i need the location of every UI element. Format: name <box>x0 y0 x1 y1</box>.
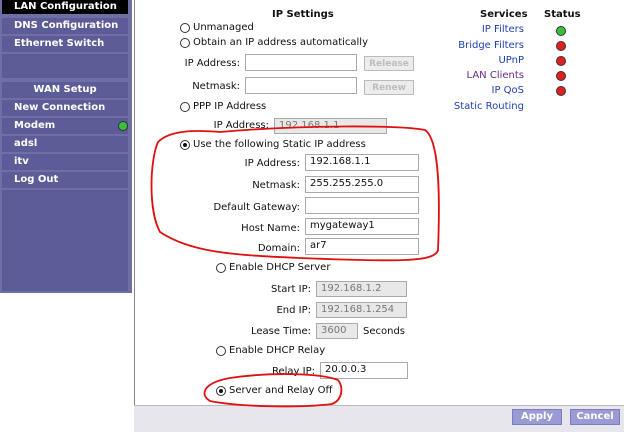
service-ip-filters-link[interactable]: IP Filters <box>440 24 524 35</box>
start-ip-input[interactable]: 192.168.1.2 <box>316 281 407 297</box>
apply-button[interactable]: Apply <box>512 409 562 425</box>
ppp-ip-label: IP Address: <box>213 120 269 131</box>
unmanaged-label: Unmanaged <box>193 22 254 33</box>
domain-label: Domain: <box>257 243 300 254</box>
status-red-icon <box>556 41 566 51</box>
static-netmask-input[interactable]: 255.255.255.0 <box>305 176 419 193</box>
sidebar-item-itv[interactable]: itv <box>2 154 128 170</box>
sidebar-item-log-out[interactable]: Log Out <box>2 172 128 188</box>
ip-settings-title: IP Settings <box>272 9 334 20</box>
renew-button[interactable]: Renew <box>364 80 414 95</box>
lease-time-label: Lease Time: <box>250 326 311 337</box>
static-ip-radio[interactable] <box>180 140 190 150</box>
auto-ip-input[interactable] <box>245 54 357 71</box>
obtain-auto-label: Obtain an IP address automatically <box>193 37 369 48</box>
auto-ip-label: IP Address: <box>184 58 240 69</box>
domain-input[interactable]: ar7 <box>305 238 419 255</box>
service-bridge-filters-link[interactable]: Bridge Filters <box>440 40 524 51</box>
end-ip-input[interactable]: 192.168.1.254 <box>316 302 407 318</box>
auto-netmask-input[interactable] <box>245 77 357 94</box>
lease-time-unit: Seconds <box>363 326 406 337</box>
static-ip-address-input[interactable]: 192.168.1.1 <box>305 154 419 171</box>
sidebar: LAN Configuration DNS Configuration Ethe… <box>0 0 132 293</box>
relay-ip-label: Relay IP: <box>271 366 315 377</box>
default-gateway-input[interactable] <box>305 197 419 214</box>
service-ip-qos-link[interactable]: IP QoS <box>440 85 525 96</box>
status-header: Status <box>544 9 581 20</box>
sidebar-item-modem[interactable]: Modem <box>2 118 128 134</box>
static-ip-label: Use the following Static IP address <box>193 139 366 150</box>
dhcp-relay-radio[interactable] <box>216 346 226 356</box>
obtain-auto-radio[interactable] <box>180 38 190 48</box>
static-ip-address-label: IP Address: <box>244 158 300 169</box>
ppp-ip-input[interactable]: 192.168.1.1 <box>274 118 387 134</box>
status-green-icon <box>556 26 566 36</box>
end-ip-label: End IP: <box>276 305 311 316</box>
default-gateway-label: Default Gateway: <box>213 202 300 213</box>
unmanaged-radio[interactable] <box>180 23 190 33</box>
sidebar-item-new-connection[interactable]: New Connection <box>2 100 128 116</box>
sidebar-item-lan-configuration[interactable]: LAN Configuration <box>2 0 128 14</box>
sidebar-item-dns-configuration[interactable]: DNS Configuration <box>2 18 128 34</box>
status-red-icon <box>556 56 566 66</box>
sidebar-item-ethernet-switch[interactable]: Ethernet Switch <box>2 36 128 52</box>
service-upnp-link[interactable]: UPnP <box>440 55 524 66</box>
dhcp-server-label: Enable DHCP Server <box>229 262 331 273</box>
host-name-input[interactable]: mygateway1 <box>305 218 419 235</box>
ppp-radio[interactable] <box>180 102 190 112</box>
sidebar-spacer <box>2 54 128 78</box>
static-netmask-label: Netmask: <box>252 180 300 191</box>
cancel-button[interactable]: Cancel <box>570 409 620 425</box>
sidebar-section-wan-setup: WAN Setup <box>2 82 128 98</box>
status-red-icon <box>556 86 566 96</box>
start-ip-label: Start IP: <box>271 284 311 295</box>
services-header: Services <box>480 9 528 20</box>
server-relay-off-radio[interactable] <box>216 386 226 396</box>
ppp-label: PPP IP Address <box>193 101 267 112</box>
server-relay-off-label: Server and Relay Off <box>229 385 333 396</box>
sidebar-item-label: Modem <box>14 120 56 131</box>
dhcp-server-radio[interactable] <box>216 263 226 273</box>
status-green-icon <box>118 121 128 131</box>
service-static-routing-link[interactable]: Static Routing <box>440 101 524 112</box>
sidebar-filler <box>2 190 128 291</box>
lease-time-input[interactable]: 3600 <box>316 323 358 339</box>
release-button[interactable]: Release <box>364 56 414 71</box>
sidebar-item-adsl[interactable]: adsl <box>2 136 128 152</box>
host-name-label: Host Name: <box>241 223 300 234</box>
dhcp-relay-label: Enable DHCP Relay <box>229 345 326 356</box>
status-red-icon <box>556 71 566 81</box>
service-lan-clients-link[interactable]: LAN Clients <box>440 70 524 81</box>
relay-ip-input[interactable]: 20.0.0.3 <box>320 362 408 379</box>
auto-netmask-label: Netmask: <box>192 81 240 92</box>
